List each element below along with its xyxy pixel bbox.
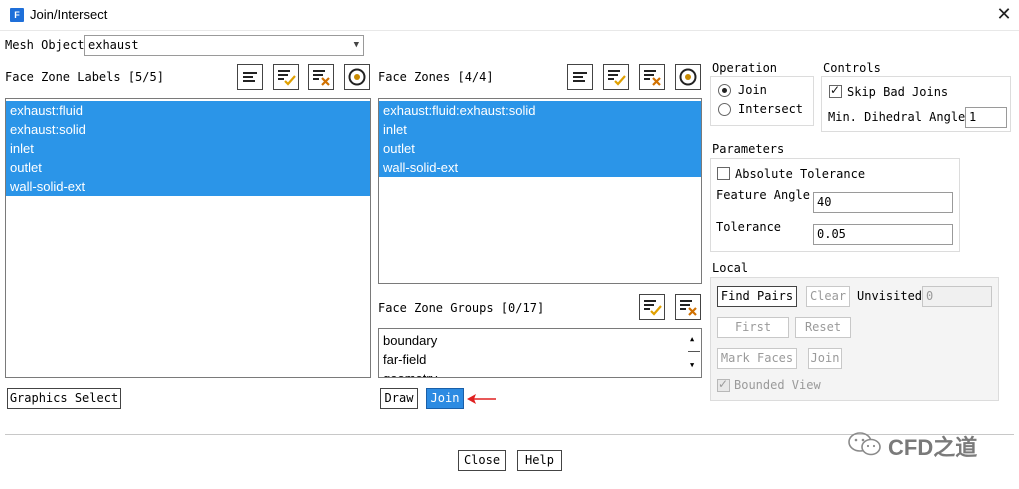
target-icon xyxy=(679,68,697,86)
bounded-view-label: Bounded View xyxy=(734,378,821,392)
first-button[interactable]: First xyxy=(717,317,789,338)
list-item[interactable]: inlet xyxy=(379,120,701,139)
mark-faces-button[interactable]: Mark Faces xyxy=(717,348,797,369)
skip-bad-joins-label: Skip Bad Joins xyxy=(847,85,949,99)
scroll-down-icon[interactable]: ▼ xyxy=(690,361,694,369)
target-icon xyxy=(348,68,366,86)
scrollbar[interactable]: ▲ ▼ xyxy=(687,329,701,377)
select-all-icon xyxy=(644,300,662,316)
min-dihedral-input[interactable]: 1 xyxy=(965,107,1007,128)
face-zone-labels-header: Face Zone Labels [5/5] xyxy=(5,70,164,84)
list-item[interactable]: geometry xyxy=(379,369,701,377)
list-details-button[interactable] xyxy=(237,64,263,90)
tolerance-label: Tolerance xyxy=(716,220,782,234)
graphics-select-button[interactable]: Graphics Select xyxy=(7,388,121,409)
list-item[interactable]: wall-solid-ext xyxy=(379,158,701,177)
bounded-view-checkbox[interactable] xyxy=(717,377,730,392)
face-zone-groups-list[interactable]: boundary far-field geometry ▲ ▼ xyxy=(378,328,702,378)
tolerance-input[interactable]: 0.05 xyxy=(813,224,953,245)
mesh-object-select[interactable]: exhaust ▼ xyxy=(84,35,364,56)
window-title: Join/Intersect xyxy=(30,7,108,22)
wechat-logo-icon xyxy=(846,430,884,458)
local-join-button[interactable]: Join xyxy=(808,348,842,369)
select-all-icon xyxy=(608,70,626,86)
red-arrow-annotation xyxy=(467,394,496,404)
close-button[interactable]: Close xyxy=(458,450,506,471)
face-zone-groups-header: Face Zone Groups [0/17] xyxy=(378,301,545,315)
groups-deselect-all-button[interactable] xyxy=(675,294,701,320)
local-title: Local xyxy=(712,261,749,275)
intersect-radio[interactable] xyxy=(718,103,731,116)
mesh-object-value: exhaust xyxy=(88,38,139,52)
list-item[interactable]: outlet xyxy=(379,139,701,158)
face-zones-list[interactable]: exhaust:fluid:exhaust:solid inlet outlet… xyxy=(378,98,702,284)
deselect-all-icon xyxy=(644,70,661,86)
list-item[interactable]: exhaust:solid xyxy=(6,120,370,139)
title-bar: F Join/Intersect ✕ xyxy=(0,0,1019,31)
scroll-up-icon[interactable]: ▲ xyxy=(690,335,694,343)
find-pairs-button[interactable]: Find Pairs xyxy=(717,286,797,307)
join-radio[interactable] xyxy=(718,84,731,97)
unvisited-input[interactable]: 0 xyxy=(922,286,992,307)
parameters-title: Parameters xyxy=(712,142,785,156)
join-button[interactable]: Join xyxy=(426,388,464,409)
absolute-tolerance-label: Absolute Tolerance xyxy=(735,167,866,181)
face-zone-labels-list[interactable]: exhaust:fluid exhaust:solid inlet outlet… xyxy=(5,98,371,378)
use-active-button[interactable] xyxy=(344,64,370,90)
face-zones-select-all-button[interactable] xyxy=(603,64,629,90)
clear-button[interactable]: Clear xyxy=(806,286,850,307)
close-icon[interactable]: ✕ xyxy=(994,4,1014,24)
skip-bad-joins-checkbox[interactable] xyxy=(829,83,842,98)
watermark-text: CFD之道 xyxy=(888,435,978,460)
app-icon: F xyxy=(10,8,24,22)
help-button[interactable]: Help xyxy=(517,450,562,471)
list-item[interactable]: far-field xyxy=(379,350,701,369)
feature-angle-input[interactable]: 40 xyxy=(813,192,953,213)
select-all-icon xyxy=(278,70,296,86)
deselect-all-button[interactable] xyxy=(308,64,334,90)
deselect-all-icon xyxy=(680,300,697,316)
face-zones-use-active-button[interactable] xyxy=(675,64,701,90)
list-item[interactable]: exhaust:fluid:exhaust:solid xyxy=(379,101,701,120)
list-item[interactable]: exhaust:fluid xyxy=(6,101,370,120)
list-item[interactable]: inlet xyxy=(6,139,370,158)
deselect-all-icon xyxy=(313,70,330,86)
controls-title: Controls xyxy=(823,61,881,75)
list-item[interactable]: outlet xyxy=(6,158,370,177)
intersect-radio-label: Intersect xyxy=(738,102,804,116)
list-item[interactable]: wall-solid-ext xyxy=(6,177,370,196)
scroll-thumb[interactable] xyxy=(688,351,700,352)
list-icon xyxy=(243,72,257,82)
face-zones-list-button[interactable] xyxy=(567,64,593,90)
min-dihedral-label: Min. Dihedral Angle xyxy=(828,110,966,124)
draw-button[interactable]: Draw xyxy=(380,388,418,409)
feature-angle-label: Feature Angle xyxy=(716,188,810,202)
absolute-tolerance-checkbox[interactable] xyxy=(717,167,730,180)
chevron-down-icon: ▼ xyxy=(353,40,359,50)
unvisited-label: Unvisited xyxy=(857,289,923,303)
groups-select-all-button[interactable] xyxy=(639,294,665,320)
list-item[interactable]: boundary xyxy=(379,331,701,350)
select-all-button[interactable] xyxy=(273,64,299,90)
reset-button[interactable]: Reset xyxy=(795,317,851,338)
face-zones-deselect-all-button[interactable] xyxy=(639,64,665,90)
operation-title: Operation xyxy=(712,61,778,75)
list-icon xyxy=(573,72,587,82)
mesh-object-label: Mesh Object xyxy=(5,38,85,52)
join-radio-label: Join xyxy=(738,83,767,97)
face-zones-header: Face Zones [4/4] xyxy=(378,70,494,84)
